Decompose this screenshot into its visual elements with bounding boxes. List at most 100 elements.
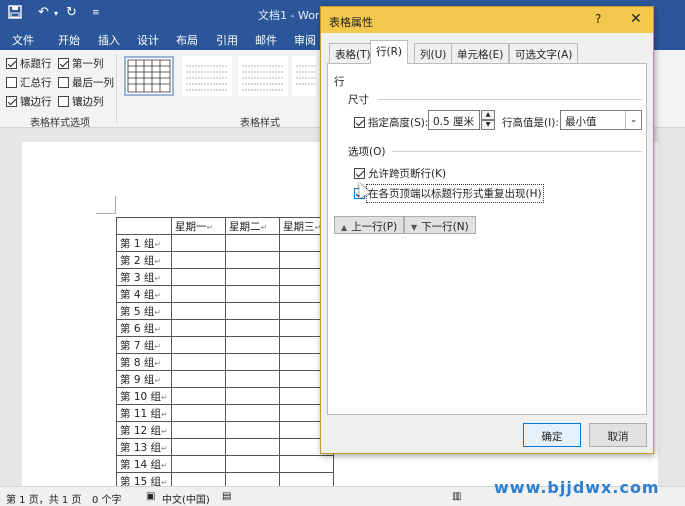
save-icon[interactable] [8, 5, 22, 23]
option-first-column[interactable]: 第一列 [58, 56, 104, 71]
tab-design[interactable]: 设计 [137, 32, 159, 48]
cancel-button[interactable]: 取消 [589, 423, 647, 447]
dialog-tab-alt-text[interactable]: 可选文字(A) [509, 43, 579, 63]
table-cell[interactable] [116, 217, 172, 235]
read-mode-icon[interactable]: ▥ [452, 491, 461, 502]
option-banded-rows[interactable]: 镶边行 [6, 94, 52, 109]
table-style-light-3[interactable] [292, 56, 316, 96]
redo-icon[interactable]: ↻ [66, 5, 77, 20]
document-title: 文档1 - Word [258, 9, 327, 22]
option-header-row[interactable]: 标题行 [6, 56, 52, 71]
previous-row-button[interactable]: ▲ 上一行(P) [334, 216, 405, 234]
repeat-header-option[interactable]: 在各页顶端以标题行形式重复出现(H) [354, 184, 544, 203]
table-header-row: 星期一↵ 星期二↵ 星期三↵ [116, 217, 334, 235]
table-style-light-2[interactable] [238, 56, 288, 96]
table-row: 第 7 组↵ [116, 336, 334, 354]
table-row: 第 13 组↵ [116, 438, 334, 456]
tab-mailings[interactable]: 邮件 [255, 32, 277, 48]
table-cell[interactable]: 第 8 组↵ [116, 353, 172, 371]
table-row: 第 8 组↵ [116, 353, 334, 371]
table-header-cell[interactable]: 星期二↵ [225, 217, 280, 235]
table-cell[interactable]: 第 11 组↵ [116, 404, 172, 422]
table-row: 第 1 组↵ [116, 234, 334, 252]
dialog-tab-cell[interactable]: 单元格(E) [451, 43, 510, 63]
margin-marker [96, 196, 116, 214]
table-row: 第 6 组↵ [116, 319, 334, 337]
language-status[interactable]: 中文(中国) [162, 491, 210, 506]
checkbox[interactable] [58, 96, 69, 107]
row-height-rule-select[interactable]: 最小值 ⌄ [560, 110, 642, 130]
table-cell[interactable]: 第 13 组↵ [116, 438, 172, 456]
tab-layout[interactable]: 布局 [176, 32, 198, 48]
schedule-table[interactable]: 星期一↵ 星期二↵ 星期三↵ 第 1 组↵ 第 2 组↵ 第 3 组↵ 第 4 … [116, 217, 334, 490]
table-cell[interactable]: 第 9 组↵ [116, 370, 172, 388]
table-row: 第 10 组↵ [116, 387, 334, 405]
help-icon[interactable]: ? [595, 12, 601, 26]
checkbox[interactable] [6, 77, 17, 88]
table-row: 第 4 组↵ [116, 285, 334, 303]
table-row: 第 2 组↵ [116, 251, 334, 269]
group-label-table-styles: 表格样式 [240, 118, 280, 129]
table-row: 第 12 组↵ [116, 421, 334, 439]
specify-height-option[interactable]: 指定高度(S): [354, 115, 428, 130]
table-style-light-1[interactable] [182, 56, 232, 96]
table-cell[interactable]: 第 5 组↵ [116, 302, 172, 320]
checkbox[interactable] [58, 77, 69, 88]
table-cell[interactable]: 第 12 组↵ [116, 421, 172, 439]
table-cell[interactable]: 第 1 组↵ [116, 234, 172, 252]
dialog-tab-column[interactable]: 列(U) [414, 43, 453, 63]
specify-height-checkbox[interactable] [354, 117, 365, 128]
tab-insert[interactable]: 插入 [98, 32, 120, 48]
table-row: 第 3 组↵ [116, 268, 334, 286]
triangle-down-icon: ▼ [411, 223, 418, 232]
ok-button[interactable]: 确定 [523, 423, 581, 447]
section-options-label: 选项(O) [348, 146, 386, 158]
section-row-label: 行 [334, 76, 345, 88]
option-banded-columns[interactable]: 镶边列 [58, 94, 104, 109]
table-cell[interactable]: 第 4 组↵ [116, 285, 172, 303]
customize-toolbar-icon[interactable]: ≡ [92, 8, 100, 18]
close-icon[interactable]: ✕ [630, 11, 642, 27]
divider [378, 99, 642, 100]
page-count[interactable]: 第 1 页，共 1 页 [6, 491, 81, 506]
tab-home[interactable]: 开始 [58, 32, 80, 48]
dialog-tab-row[interactable]: 行(R) [370, 40, 408, 64]
dialog-title: 表格属性 [329, 16, 373, 29]
word-count[interactable]: 0 个字 [92, 491, 122, 506]
table-style-plain[interactable] [124, 56, 174, 96]
table-header-cell[interactable]: 星期一↵ [171, 217, 226, 235]
table-cell[interactable]: 第 14 组↵ [116, 455, 172, 473]
table-cell[interactable]: 第 3 组↵ [116, 268, 172, 286]
macro-record-icon[interactable]: ▤ [222, 491, 231, 502]
table-cell[interactable]: 第 6 组↵ [116, 319, 172, 337]
chevron-down-icon[interactable]: ⌄ [625, 111, 641, 129]
undo-dropdown-icon[interactable]: ▾ [54, 9, 58, 18]
allow-break-checkbox[interactable] [354, 168, 365, 179]
divider [116, 54, 117, 124]
undo-icon[interactable]: ↶ [38, 5, 49, 20]
option-total-row[interactable]: 汇总行 [6, 75, 52, 90]
tab-file[interactable]: 文件 [12, 32, 34, 48]
tab-references[interactable]: 引用 [216, 32, 238, 48]
table-row: 第 14 组↵ [116, 455, 334, 473]
table-cell[interactable]: 第 2 组↵ [116, 251, 172, 269]
option-last-column[interactable]: 最后一列 [58, 75, 114, 90]
table-cell[interactable]: 第 10 组↵ [116, 387, 172, 405]
dialog-title-bar[interactable]: 表格属性 ? ✕ [321, 7, 653, 33]
watermark: www.bjjdwx.com [494, 478, 660, 497]
checkbox[interactable] [58, 58, 69, 69]
tab-review[interactable]: 审阅 [294, 32, 316, 48]
height-decrease-button[interactable]: ▼ [481, 120, 495, 130]
triangle-up-icon: ▲ [341, 223, 348, 232]
table-row: 第 11 组↵ [116, 404, 334, 422]
language-icon[interactable]: ▣ [146, 491, 155, 502]
checkbox[interactable] [6, 96, 17, 107]
row-height-input[interactable]: 0.5 厘米 [428, 110, 480, 130]
height-increase-button[interactable]: ▲ [481, 110, 495, 120]
next-row-button[interactable]: ▼ 下一行(N) [404, 216, 476, 234]
table-row: 第 9 组↵ [116, 370, 334, 388]
allow-break-option[interactable]: 允许跨页断行(K) [354, 166, 446, 181]
table-row: 第 5 组↵ [116, 302, 334, 320]
checkbox[interactable] [6, 58, 17, 69]
table-cell[interactable]: 第 7 组↵ [116, 336, 172, 354]
